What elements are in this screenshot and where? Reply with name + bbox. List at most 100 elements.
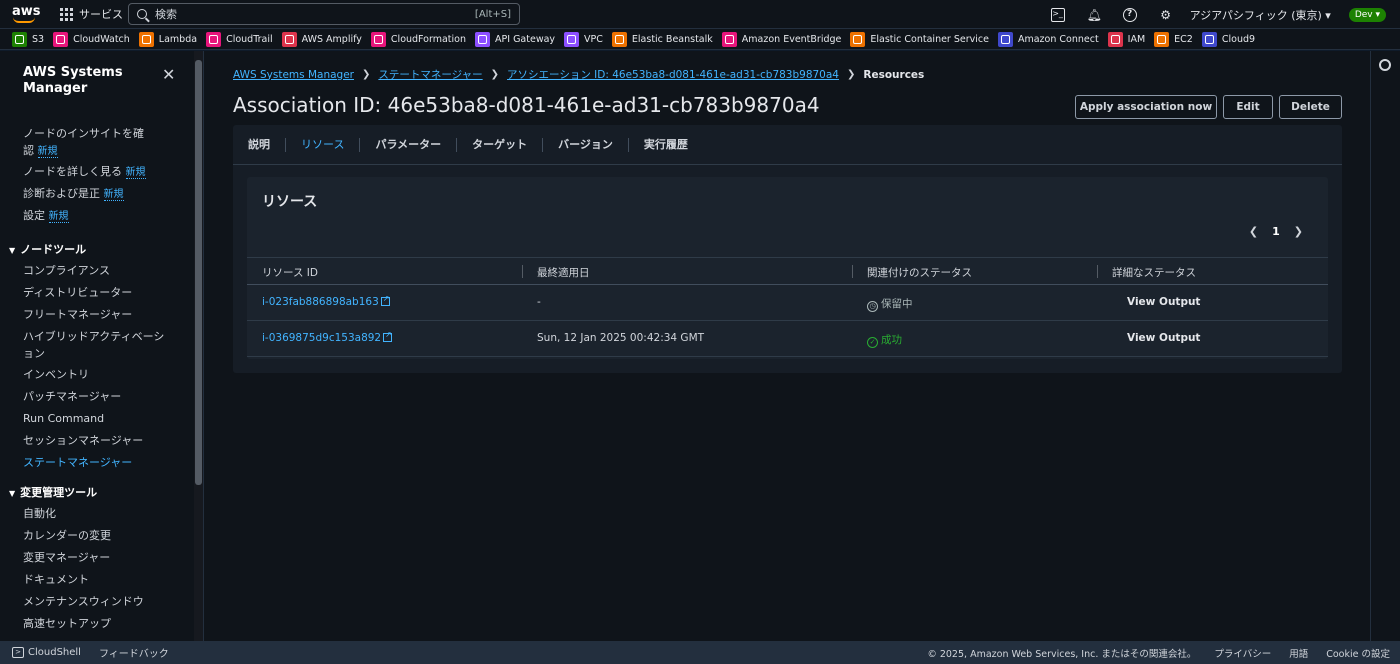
favorite-ecs[interactable]: Elastic Container Service xyxy=(850,31,989,47)
services-grid-icon[interactable] xyxy=(60,7,73,21)
help-icon[interactable]: ? xyxy=(1122,7,1137,22)
sidebar-item-hybrid-activations[interactable]: ハイブリッドアクティベーション xyxy=(23,328,173,362)
favorite-cloudwatch[interactable]: CloudWatch xyxy=(53,31,130,47)
sidebar-item-run-command[interactable]: Run Command xyxy=(23,410,173,427)
sidebar-item-session-manager[interactable]: セッションマネージャー xyxy=(23,432,173,449)
favorite-beanstalk[interactable]: Elastic Beanstalk xyxy=(611,31,713,47)
pending-clock-icon: ◷ xyxy=(867,301,878,312)
favorite-lambda[interactable]: Lambda xyxy=(138,31,198,47)
resource-id-cell: i-023fab886898ab163 xyxy=(262,294,390,308)
favorite-cloudformation[interactable]: CloudFormation xyxy=(370,31,466,47)
services-menu[interactable]: サービス xyxy=(79,6,123,22)
chevron-left-icon[interactable]: ❮ xyxy=(1249,225,1258,238)
sidebar-section-node-tools[interactable]: ▼ ノードツール xyxy=(9,241,86,257)
favorite-cloud9[interactable]: Cloud9 xyxy=(1201,31,1255,47)
resource-id-link[interactable]: i-023fab886898ab163 xyxy=(262,296,379,308)
sidebar-item-change-manager[interactable]: 変更マネージャー xyxy=(23,549,173,566)
sidebar-item-node-insights[interactable]: ノードのインサイトを確認 新規 xyxy=(23,125,148,160)
cloudshell-icon[interactable]: > xyxy=(12,647,24,658)
sidebar-item-distributor[interactable]: ディストリビューター xyxy=(23,284,173,301)
main-content: AWS Systems Manager ❯ ステートマネージャー ❯ アソシエー… xyxy=(204,51,1370,641)
cloudshell-link[interactable]: CloudShell xyxy=(28,647,81,658)
page-number[interactable]: 1 xyxy=(1272,225,1280,238)
api-gateway-icon xyxy=(475,31,491,47)
column-header-last-applied[interactable]: 最終適用日 xyxy=(537,265,590,280)
sidebar-item-compliance[interactable]: コンプライアンス xyxy=(23,262,173,279)
favorite-label: Lambda xyxy=(158,33,198,45)
column-header-association-status[interactable]: 関連付けのステータス xyxy=(867,265,972,280)
last-applied-cell: - xyxy=(537,296,541,308)
notifications-bell-icon[interactable]: 🔔︎ xyxy=(1087,8,1102,22)
favorite-connect[interactable]: Amazon Connect xyxy=(997,31,1099,47)
external-link-icon[interactable] xyxy=(383,330,393,342)
sidebar-item-fleet-manager[interactable]: フリートマネージャー xyxy=(23,306,173,323)
favorite-amplify[interactable]: AWS Amplify xyxy=(281,31,362,47)
sidebar-item-patch-manager[interactable]: パッチマネージャー xyxy=(23,388,173,405)
column-divider[interactable] xyxy=(1097,265,1098,278)
sidebar-item-quick-setup[interactable]: 高速セットアップ xyxy=(23,615,173,632)
sidebar: AWS Systems Manager ✕ ノードのインサイトを確認 新規 ノー… xyxy=(0,51,204,641)
column-divider[interactable] xyxy=(852,265,853,278)
sidebar-section-change-management[interactable]: ▼ 変更管理ツール xyxy=(9,484,97,500)
favorite-cloudtrail[interactable]: CloudTrail xyxy=(206,31,273,47)
account-menu[interactable]: Dev ▾ xyxy=(1348,7,1386,22)
sidebar-item-documents[interactable]: ドキュメント xyxy=(23,571,173,588)
sidebar-item-automation[interactable]: 自動化 xyxy=(23,505,173,522)
sidebar-item-label: 診断および是正 xyxy=(23,187,100,200)
tab-execution-history[interactable]: 実行履歴 xyxy=(629,138,703,152)
tab-parameters[interactable]: パラメーター xyxy=(360,137,458,152)
feedback-link[interactable]: フィードバック xyxy=(99,645,169,660)
search-shortcut: [Alt+S] xyxy=(474,8,511,20)
chevron-right-icon: ❯ xyxy=(490,69,500,80)
sidebar-item-settings[interactable]: 設定 新規 xyxy=(23,207,173,225)
preferences-gear-icon[interactable] xyxy=(1379,59,1391,71)
aws-logo[interactable]: aws xyxy=(12,4,48,24)
breadcrumb-association[interactable]: アソシエーション ID: 46e53ba8-d081-461e-ad31-cb7… xyxy=(507,67,839,82)
sidebar-item-explore-nodes[interactable]: ノードを詳しく見る 新規 xyxy=(23,163,173,181)
search-input[interactable]: 検索 [Alt+S] xyxy=(128,3,520,25)
success-check-icon: ✓ xyxy=(867,337,878,348)
cookie-settings-link[interactable]: Cookie の設定 xyxy=(1326,646,1390,660)
close-sidebar-icon[interactable]: ✕ xyxy=(162,65,175,84)
favorite-api-gateway[interactable]: API Gateway xyxy=(475,31,555,47)
view-output-link[interactable]: View Output xyxy=(1127,332,1200,344)
status-label: 成功 xyxy=(881,334,902,346)
sidebar-title[interactable]: AWS Systems Manager xyxy=(23,65,143,97)
sidebar-item-inventory[interactable]: インベントリ xyxy=(23,366,173,383)
sidebar-item-state-manager[interactable]: ステートマネージャー xyxy=(23,454,173,471)
edit-button[interactable]: Edit xyxy=(1223,95,1273,119)
tab-description[interactable]: 説明 xyxy=(233,137,286,152)
column-divider[interactable] xyxy=(522,265,523,278)
sidebar-item-change-calendar[interactable]: カレンダーの変更 xyxy=(23,527,173,544)
terms-link[interactable]: 用語 xyxy=(1289,646,1308,660)
favorite-vpc[interactable]: VPC xyxy=(564,31,603,47)
table-header: リソース ID 最終適用日 関連付けのステータス 詳細なステータス xyxy=(247,257,1328,285)
breadcrumb-state-manager[interactable]: ステートマネージャー xyxy=(378,67,482,82)
sidebar-item-diagnose[interactable]: 診断および是正 新規 xyxy=(23,185,173,203)
tab-resources[interactable]: リソース xyxy=(286,137,361,152)
chevron-right-icon[interactable]: ❯ xyxy=(1294,225,1303,238)
view-output-link[interactable]: View Output xyxy=(1127,296,1200,308)
favorite-s3[interactable]: S3 xyxy=(12,31,44,47)
sidebar-scroll-thumb[interactable] xyxy=(195,60,202,485)
cloudshell-icon[interactable]: >_ xyxy=(1050,7,1065,22)
apply-association-button[interactable]: Apply association now xyxy=(1075,95,1217,119)
resource-id-link[interactable]: i-0369875d9c153a892 xyxy=(262,332,381,344)
sidebar-item-maintenance-windows[interactable]: メンテナンスウィンドウ xyxy=(23,593,173,610)
column-header-resource-id[interactable]: リソース ID xyxy=(262,265,318,280)
settings-gear-icon[interactable]: ⚙ xyxy=(1159,8,1173,22)
tab-targets[interactable]: ターゲット xyxy=(457,137,544,152)
privacy-link[interactable]: プライバシー xyxy=(1214,646,1271,660)
tab-versions[interactable]: バージョン xyxy=(543,137,629,152)
section-label: 変更管理ツール xyxy=(20,486,98,499)
region-selector[interactable]: アジアパシフィック (東京) ▾ xyxy=(1190,7,1331,23)
external-link-icon[interactable] xyxy=(380,294,390,306)
favorite-iam[interactable]: IAM xyxy=(1107,31,1145,47)
favorite-ec2[interactable]: EC2 xyxy=(1154,31,1193,47)
column-header-detailed-status[interactable]: 詳細なステータス xyxy=(1112,265,1196,280)
delete-button[interactable]: Delete xyxy=(1279,95,1342,119)
amplify-icon xyxy=(281,31,297,47)
breadcrumb-systems-manager[interactable]: AWS Systems Manager xyxy=(233,69,354,81)
favorite-eventbridge[interactable]: Amazon EventBridge xyxy=(721,31,841,47)
favorite-label: Elastic Container Service xyxy=(870,33,989,45)
